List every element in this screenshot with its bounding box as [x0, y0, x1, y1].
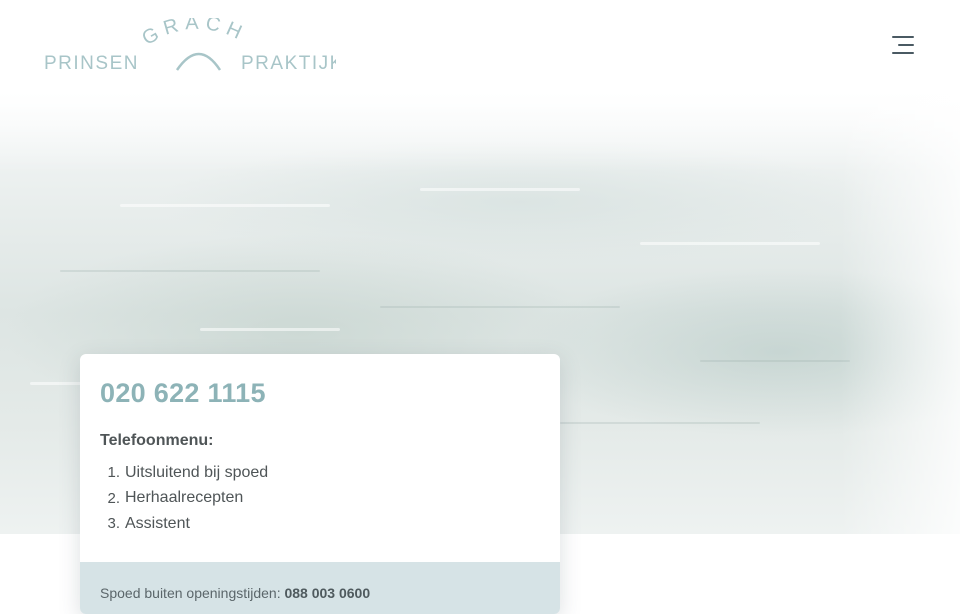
- logo-arc-word: GRACHT: [44, 18, 250, 50]
- phone-menu-title: Telefoonmenu:: [100, 432, 214, 449]
- menu-line: [892, 36, 914, 38]
- logo-left-word: PRINSEN: [44, 53, 139, 74]
- hero-fade: [0, 92, 960, 172]
- list-item-number: 3.: [107, 515, 120, 533]
- site-header: PRINSEN GRACHT PRAKTIJK: [0, 0, 960, 92]
- logo[interactable]: PRINSEN GRACHT PRAKTIJK: [44, 18, 336, 78]
- water-streak: [700, 360, 850, 362]
- water-streak: [560, 422, 760, 424]
- hero-fade: [840, 92, 960, 534]
- list-item: 3. Assistent: [100, 511, 268, 537]
- list-item-label: Assistent: [125, 514, 190, 532]
- phone-number-link[interactable]: 020 622 1115: [100, 378, 266, 409]
- hamburger-menu-icon[interactable]: [888, 33, 916, 57]
- water-streak: [380, 306, 620, 308]
- logo-right-word: PRAKTIJK: [241, 53, 336, 74]
- contact-card: 020 622 1115 Telefoonmenu: 1. Uitsluiten…: [80, 354, 560, 614]
- menu-line: [898, 44, 914, 46]
- emergency-text: Spoed buiten openingstijden: 088 003 060…: [100, 585, 370, 601]
- emergency-number-link[interactable]: 088 003 0600: [284, 585, 370, 601]
- list-item-number: 2.: [107, 489, 120, 507]
- list-item-label: Herhaalrecepten: [125, 489, 244, 507]
- emergency-bar: Spoed buiten openingstijden: 088 003 060…: [80, 562, 560, 614]
- list-item-label: Uitsluitend bij spoed: [125, 463, 269, 481]
- water-streak: [420, 188, 580, 191]
- list-item-number: 1.: [107, 464, 120, 482]
- water-streak: [60, 270, 320, 272]
- list-item: 2. Herhaalrecepten: [100, 486, 268, 512]
- menu-line: [892, 52, 914, 54]
- water-streak: [640, 242, 820, 245]
- water-streak: [200, 328, 340, 331]
- emergency-label: Spoed buiten openingstijden:: [100, 585, 281, 601]
- water-streak: [120, 204, 330, 207]
- logo-arch-icon: [175, 52, 222, 71]
- list-item: 1. Uitsluitend bij spoed: [100, 460, 268, 486]
- phone-menu-list: 1. Uitsluitend bij spoed 2. Herhaalrecep…: [100, 460, 268, 537]
